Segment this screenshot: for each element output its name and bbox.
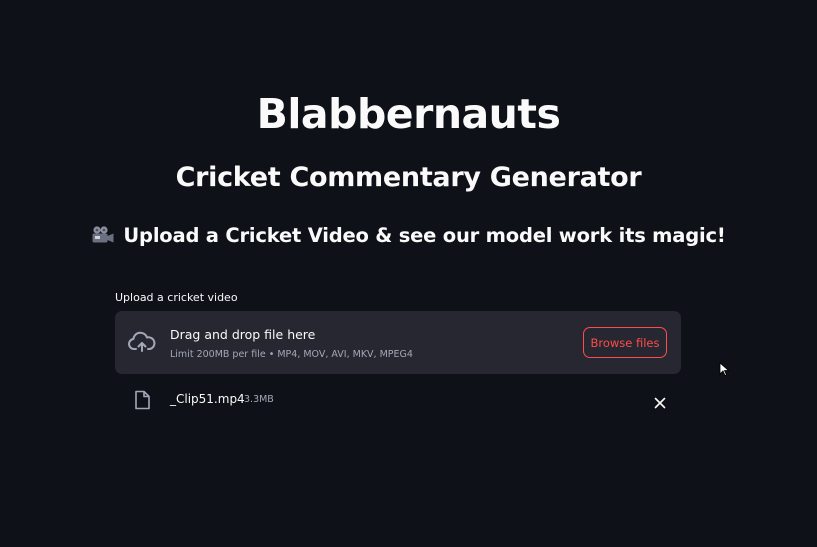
uploaded-file-row: _Clip51.mp4 3.3MB (115, 385, 681, 415)
cloud-upload-icon (127, 330, 157, 358)
tagline-text: Upload a Cricket Video & see our model w… (123, 224, 726, 247)
movie-camera-icon (91, 225, 115, 253)
dropzone-title: Drag and drop file here (170, 327, 316, 342)
file-name: _Clip51.mp4 (170, 392, 245, 406)
browse-files-button[interactable]: Browse files (583, 327, 667, 358)
file-dropzone[interactable]: Drag and drop file here Limit 200MB per … (115, 311, 681, 374)
file-size: 3.3MB (244, 394, 274, 405)
close-icon[interactable] (654, 394, 666, 413)
page-title: Blabbernauts (256, 90, 561, 138)
page-tagline: Upload a Cricket Video & see our model w… (0, 222, 817, 253)
page-subtitle: Cricket Commentary Generator (175, 162, 642, 193)
mouse-cursor-icon (719, 362, 730, 381)
file-icon (134, 390, 151, 414)
dropzone-limit-text: Limit 200MB per file • MP4, MOV, AVI, MK… (170, 349, 413, 360)
upload-label: Upload a cricket video (115, 291, 238, 304)
